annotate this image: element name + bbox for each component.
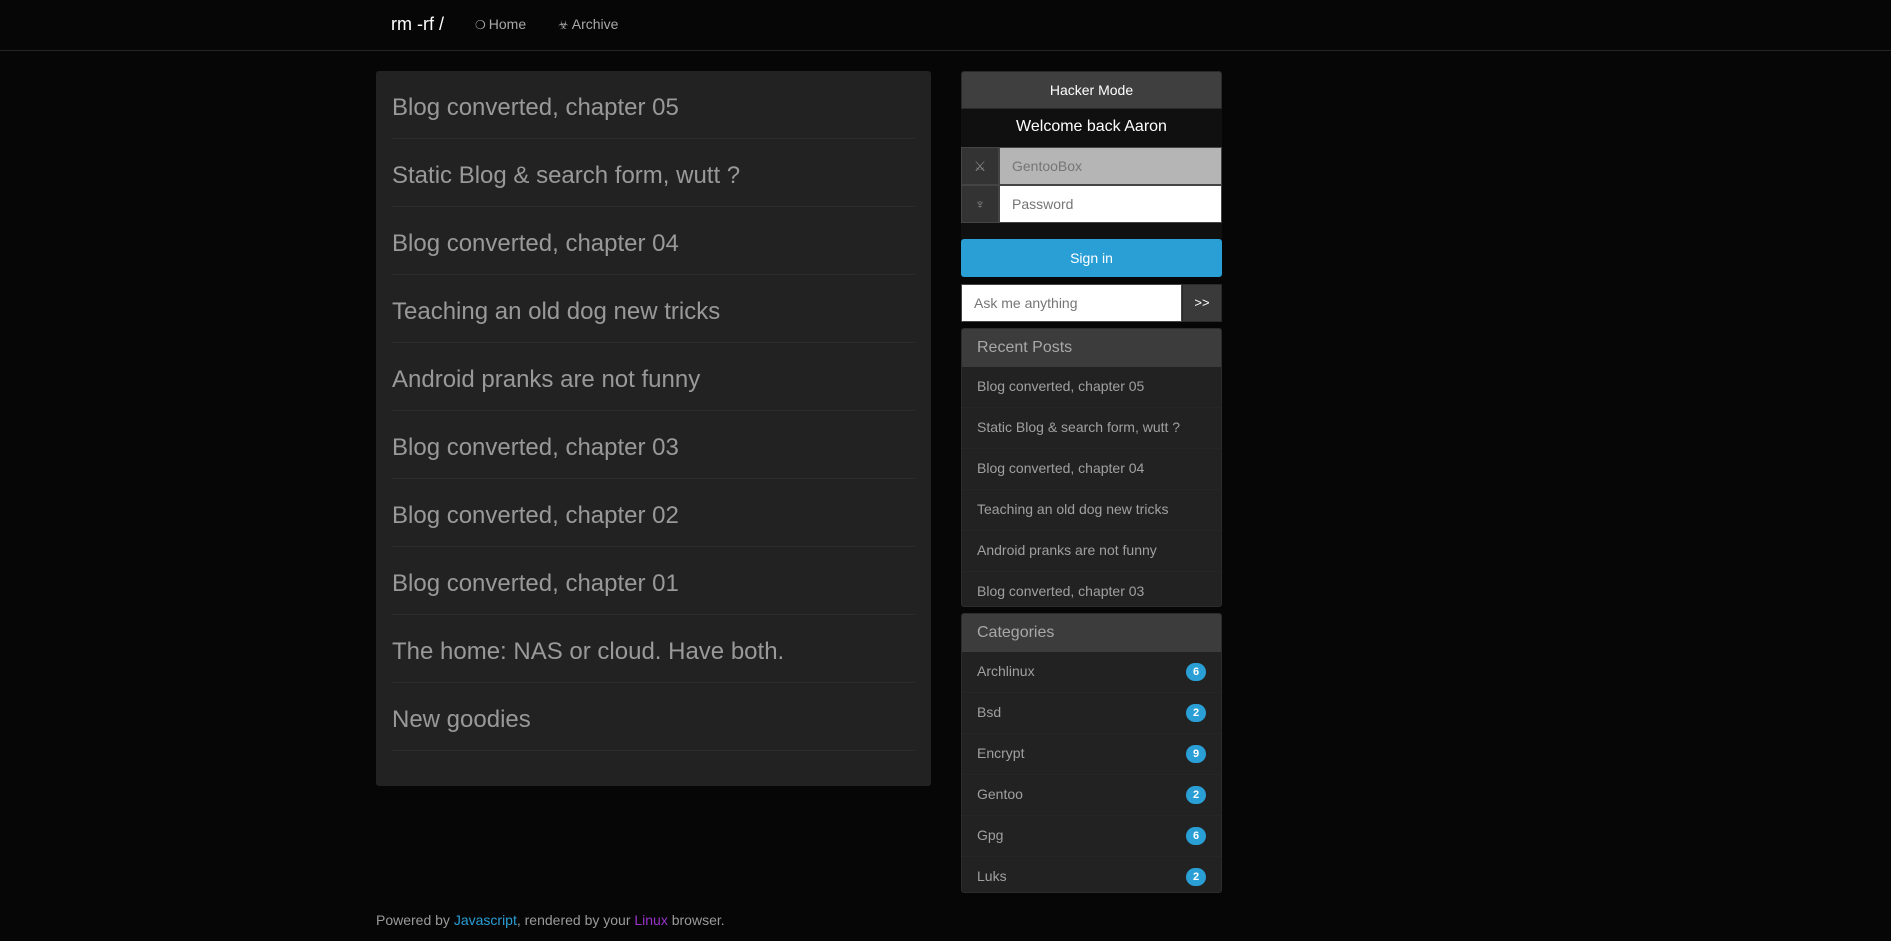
recent-post-link[interactable]: Blog converted, chapter 03	[977, 583, 1144, 599]
count-badge: 2	[1186, 786, 1206, 804]
post-link[interactable]: Blog converted, chapter 01	[392, 570, 679, 598]
post-item: Teaching an old dog new tricks	[392, 275, 915, 343]
post-item: The home: NAS or cloud. Have both.	[392, 615, 915, 683]
search-form: >>	[961, 284, 1222, 322]
top-navbar: rm -rf / ❍ Home ☣ Archive	[0, 0, 1891, 51]
count-badge: 2	[1186, 868, 1206, 886]
post-item: Blog converted, chapter 04	[392, 207, 915, 275]
post-link[interactable]: Android pranks are not funny	[392, 366, 700, 394]
list-item: Archlinux 6	[962, 652, 1221, 692]
footer: Powered by Javascript, rendered by your …	[376, 912, 725, 928]
footer-middle: , rendered by your	[516, 912, 635, 928]
username-input[interactable]	[999, 147, 1222, 185]
post-item: New goodies	[392, 683, 915, 751]
list-item: Android pranks are not funny	[962, 530, 1221, 571]
hacker-mode-button[interactable]: Hacker Mode	[961, 71, 1222, 109]
footer-prefix: Powered by	[376, 912, 454, 928]
circle-icon: ❍	[475, 18, 486, 32]
category-link[interactable]: Encrypt	[977, 745, 1024, 761]
category-link[interactable]: Luks	[977, 868, 1007, 884]
category-link[interactable]: Gentoo	[977, 786, 1023, 802]
biohazard-icon: ☣	[558, 18, 569, 32]
post-item: Blog converted, chapter 05	[392, 71, 915, 139]
category-link[interactable]: Archlinux	[977, 663, 1035, 679]
post-item: Static Blog & search form, wutt ?	[392, 139, 915, 207]
list-item: Blog converted, chapter 03	[962, 571, 1221, 606]
count-badge: 6	[1186, 827, 1206, 845]
recent-post-link[interactable]: Blog converted, chapter 04	[977, 460, 1144, 476]
linux-link[interactable]: Linux	[634, 912, 667, 928]
post-link[interactable]: Blog converted, chapter 03	[392, 434, 679, 462]
post-link[interactable]: Blog converted, chapter 04	[392, 230, 679, 258]
sword-icon: ⚔	[961, 147, 999, 185]
password-row: ♆	[961, 185, 1222, 223]
list-item: Static Blog & search form, wutt ?	[962, 407, 1221, 448]
category-link[interactable]: Bsd	[977, 704, 1001, 720]
recent-post-link[interactable]: Blog converted, chapter 05	[977, 378, 1144, 394]
sign-in-button[interactable]: Sign in	[961, 239, 1222, 277]
list-item: Gentoo 2	[962, 774, 1221, 815]
list-item: Gpg 6	[962, 815, 1221, 856]
recent-post-link[interactable]: Teaching an old dog new tricks	[977, 501, 1168, 517]
list-item: Bsd 2	[962, 692, 1221, 733]
search-input[interactable]	[961, 284, 1182, 322]
list-item: Teaching an old dog new tricks	[962, 489, 1221, 530]
password-input[interactable]	[999, 185, 1222, 223]
post-item: Blog converted, chapter 03	[392, 411, 915, 479]
post-link[interactable]: Static Blog & search form, wutt ?	[392, 162, 740, 190]
categories-panel: Categories Archlinux 6 Bsd 2 Encrypt 9 Gent…	[961, 613, 1222, 893]
categories-title: Categories	[962, 614, 1221, 652]
count-badge: 9	[1186, 745, 1206, 763]
username-row: ⚔	[961, 147, 1222, 185]
post-item: Blog converted, chapter 02	[392, 479, 915, 547]
recent-post-link[interactable]: Static Blog & search form, wutt ?	[977, 419, 1180, 435]
nav-home-label: Home	[488, 16, 527, 32]
post-link[interactable]: New goodies	[392, 706, 531, 734]
nav-archive-link[interactable]: ☣ Archive	[558, 16, 618, 32]
search-submit-button[interactable]: >>	[1182, 284, 1222, 322]
list-item: Blog converted, chapter 04	[962, 448, 1221, 489]
recent-posts-list: Blog converted, chapter 05 Static Blog &…	[962, 367, 1221, 606]
recent-posts-title: Recent Posts	[962, 329, 1221, 367]
nav-archive-label: Archive	[571, 16, 619, 32]
welcome-message: Welcome back Aaron	[1016, 118, 1167, 135]
recent-post-link[interactable]: Android pranks are not funny	[977, 542, 1157, 558]
post-item: Android pranks are not funny	[392, 343, 915, 411]
post-item: Blog converted, chapter 01	[392, 547, 915, 615]
trident-icon: ♆	[961, 185, 999, 223]
post-link[interactable]: The home: NAS or cloud. Have both.	[392, 638, 784, 666]
recent-posts-panel: Recent Posts Blog converted, chapter 05 …	[961, 328, 1222, 607]
footer-suffix: browser.	[667, 912, 725, 928]
post-link[interactable]: Teaching an old dog new tricks	[392, 298, 720, 326]
post-link[interactable]: Blog converted, chapter 05	[392, 94, 679, 122]
list-item: Encrypt 9	[962, 733, 1221, 774]
post-link[interactable]: Blog converted, chapter 02	[392, 502, 679, 530]
list-item: Blog converted, chapter 05	[962, 367, 1221, 407]
post-list-panel: Blog converted, chapter 05 Static Blog &…	[376, 71, 931, 786]
list-item: Luks 2	[962, 856, 1221, 892]
count-badge: 2	[1186, 704, 1206, 722]
nav-home-link[interactable]: ❍ Home	[475, 16, 526, 32]
post-list: Blog converted, chapter 05 Static Blog &…	[376, 71, 931, 751]
count-badge: 6	[1186, 663, 1206, 681]
categories-list: Archlinux 6 Bsd 2 Encrypt 9 Gentoo 2 Gpg 6 Lu…	[962, 652, 1221, 892]
category-link[interactable]: Gpg	[977, 827, 1003, 843]
brand-link[interactable]: rm -rf /	[391, 14, 444, 35]
javascript-link[interactable]: Javascript	[454, 912, 517, 928]
